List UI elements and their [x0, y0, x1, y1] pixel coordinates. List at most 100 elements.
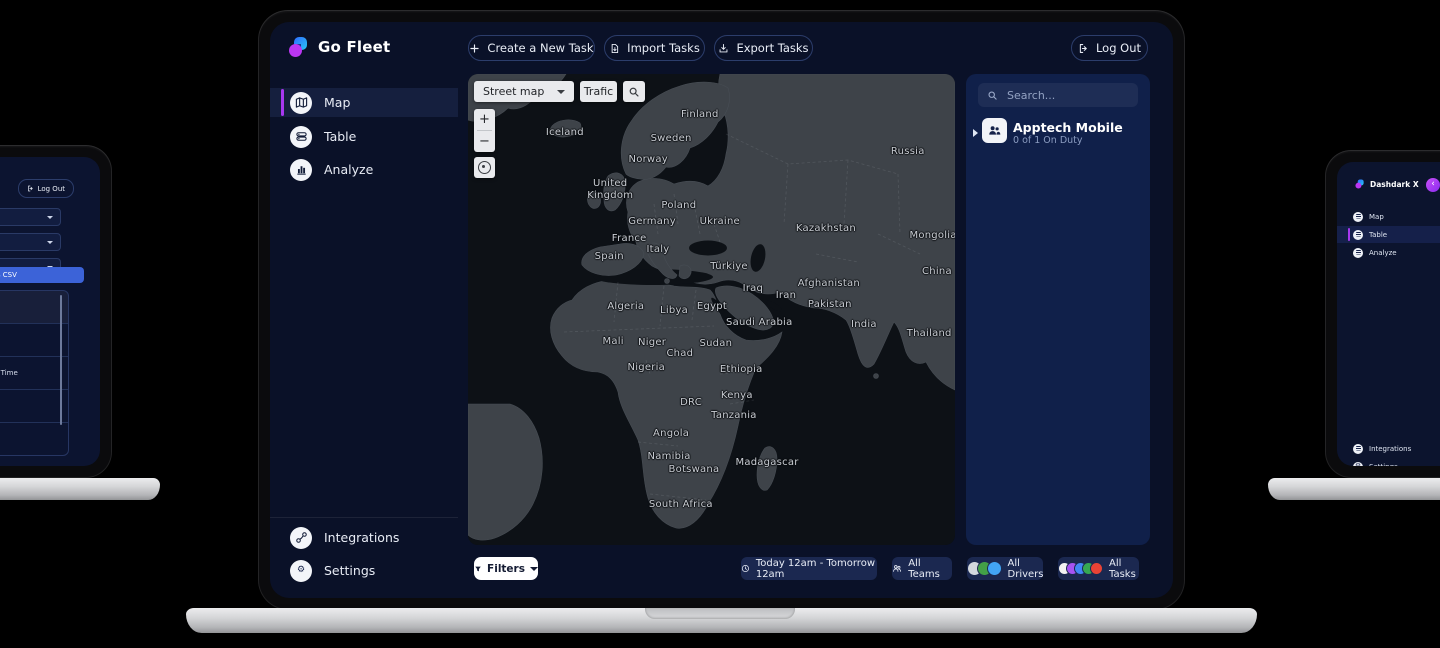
sidebar-item-map[interactable]: Map — [270, 88, 458, 117]
map-country-label: Ethiopia — [720, 364, 763, 376]
export-icon — [718, 43, 729, 54]
right-brand-name: Dashdark X — [1370, 180, 1419, 189]
sidebar-item-integrations[interactable]: Integrations — [1337, 440, 1440, 457]
plus-icon — [469, 43, 480, 54]
sidebar-divider — [270, 517, 458, 518]
zoom-in-button[interactable]: + — [474, 109, 495, 130]
sidebar-item-settings[interactable]: ⚙ Settings — [1337, 458, 1440, 466]
zoom-out-button[interactable]: − — [474, 131, 495, 152]
map-country-label: Italy — [646, 244, 669, 256]
map-country-label: Libya — [660, 305, 688, 317]
right-laptop: Dashdark X ‹ Map Table Analyze Integrati… — [1325, 150, 1440, 478]
search-input[interactable] — [1005, 88, 1119, 103]
map[interactable]: IcelandFinlandSwedenNorwayRussiaUnited K… — [468, 74, 955, 545]
sidebar-item-analyze[interactable]: Analyze — [1337, 244, 1440, 261]
table-icon — [290, 126, 312, 148]
map-country-label: Madagascar — [735, 457, 798, 469]
nav-label: Map — [1369, 213, 1384, 221]
logout-button[interactable]: Log Out — [1071, 35, 1148, 61]
teams-icon — [892, 563, 902, 574]
map-country-label: Kazakhstan — [796, 223, 856, 235]
map-country-label: Iraq — [743, 283, 764, 295]
integrations-icon — [290, 527, 312, 549]
map-country-label: Niger — [638, 337, 666, 349]
team-name[interactable]: Apptech Mobile — [1013, 120, 1123, 135]
import-tasks-label: Import Tasks — [627, 41, 700, 55]
date-range-button[interactable]: Today 12am - Tomorrow 12am — [741, 557, 877, 580]
map-country-label: Spain — [595, 251, 624, 263]
map-country-label: Iceland — [546, 127, 584, 139]
map-country-label: Mali — [602, 336, 623, 348]
map-country-label: Finland — [681, 109, 718, 121]
expand-caret-icon[interactable] — [973, 129, 978, 137]
scene: Log Out Hoursmers port as CSV Taskskserv… — [0, 0, 1440, 648]
list-item[interactable]: Task — [0, 291, 68, 324]
map-country-label: Norway — [628, 154, 667, 166]
nav-label: Integrations — [1369, 445, 1411, 453]
my-location-button[interactable] — [474, 157, 495, 178]
traffic-label: Trafic — [584, 85, 613, 98]
logout-icon — [27, 185, 34, 192]
color-dot — [1090, 562, 1103, 575]
all-drivers-button[interactable]: All Drivers — [967, 557, 1043, 580]
map-country-label: Chad — [666, 348, 693, 360]
collapse-icon[interactable]: ‹ — [1426, 178, 1440, 192]
list-item[interactable]: sks — [0, 324, 68, 357]
create-task-button[interactable]: Create a New Task — [468, 35, 595, 61]
nav-label: Analyze — [324, 162, 373, 177]
all-teams-button[interactable]: All Teams — [892, 557, 952, 580]
map-icon — [1353, 212, 1363, 222]
sidebar-item-settings[interactable]: ⚙ Settings — [270, 556, 458, 585]
sidebar-item-integrations[interactable]: Integrations — [270, 523, 458, 552]
nav-label: Table — [324, 129, 356, 144]
export-tasks-button[interactable]: Export Tasks — [714, 35, 813, 61]
go-fleet-app: Go Fleet Map Table — [270, 22, 1173, 598]
map-country-label: United Kingdom — [587, 178, 633, 202]
users-icon — [987, 123, 1002, 138]
traffic-button[interactable]: Trafic — [580, 81, 617, 102]
map-country-label: Egypt — [697, 301, 727, 313]
integrations-icon — [1353, 444, 1363, 454]
map-country-label: Kenya — [721, 390, 753, 402]
import-tasks-button[interactable]: Import Tasks — [604, 35, 705, 61]
filters-button[interactable]: Filters — [474, 557, 538, 580]
sidebar-item-table[interactable]: Table — [1337, 226, 1440, 243]
sidebar-item-table[interactable]: Table — [270, 122, 458, 151]
map-country-label: Angola — [653, 428, 689, 440]
clock-icon — [741, 563, 750, 574]
list-item[interactable]: pe — [0, 390, 68, 423]
sidebar: Go Fleet Map Table — [270, 22, 458, 598]
map-country-label: Saudi Arabia — [726, 317, 792, 329]
task-dots — [1058, 562, 1103, 575]
all-tasks-button[interactable]: All Tasks — [1058, 557, 1139, 580]
sidebar-item-map[interactable]: Map — [1337, 208, 1440, 225]
left-logout-button[interactable]: Log Out — [18, 179, 74, 198]
filter-select[interactable]: Hours — [0, 208, 61, 226]
filter-select[interactable]: m — [0, 233, 61, 251]
left-task-list: Taskskservice Timepeback — [0, 290, 69, 456]
all-teams-label: All Teams — [908, 558, 952, 580]
chevron-down-icon — [47, 216, 53, 219]
chevron-down-icon — [47, 241, 53, 244]
map-labels: IcelandFinlandSwedenNorwayRussiaUnited K… — [468, 74, 955, 545]
brand-name: Go Fleet — [318, 38, 390, 56]
laptop-notch — [645, 608, 795, 619]
sidebar-item-analyze[interactable]: Analyze — [270, 155, 458, 184]
map-country-label: Pakistan — [808, 299, 852, 311]
main-laptop: Go Fleet Map Table — [258, 10, 1185, 610]
map-search-button[interactable] — [623, 81, 645, 102]
list-item[interactable]: back — [0, 423, 68, 456]
table-icon — [1353, 230, 1363, 240]
scrollbar[interactable] — [60, 295, 62, 425]
settings-icon: ⚙ — [1353, 462, 1363, 467]
map-style-select[interactable]: Street map — [474, 81, 574, 102]
export-csv-button[interactable]: port as CSV — [0, 267, 84, 283]
team-avatar[interactable] — [982, 118, 1007, 143]
map-country-label: South Africa — [649, 499, 713, 511]
import-icon — [609, 43, 620, 54]
nav-label: Integrations — [324, 530, 399, 545]
list-item[interactable]: ervice Time — [0, 357, 68, 390]
nav-label: Map — [324, 95, 350, 110]
brand: Go Fleet — [288, 36, 390, 58]
zoom-controls: + − — [474, 109, 495, 152]
